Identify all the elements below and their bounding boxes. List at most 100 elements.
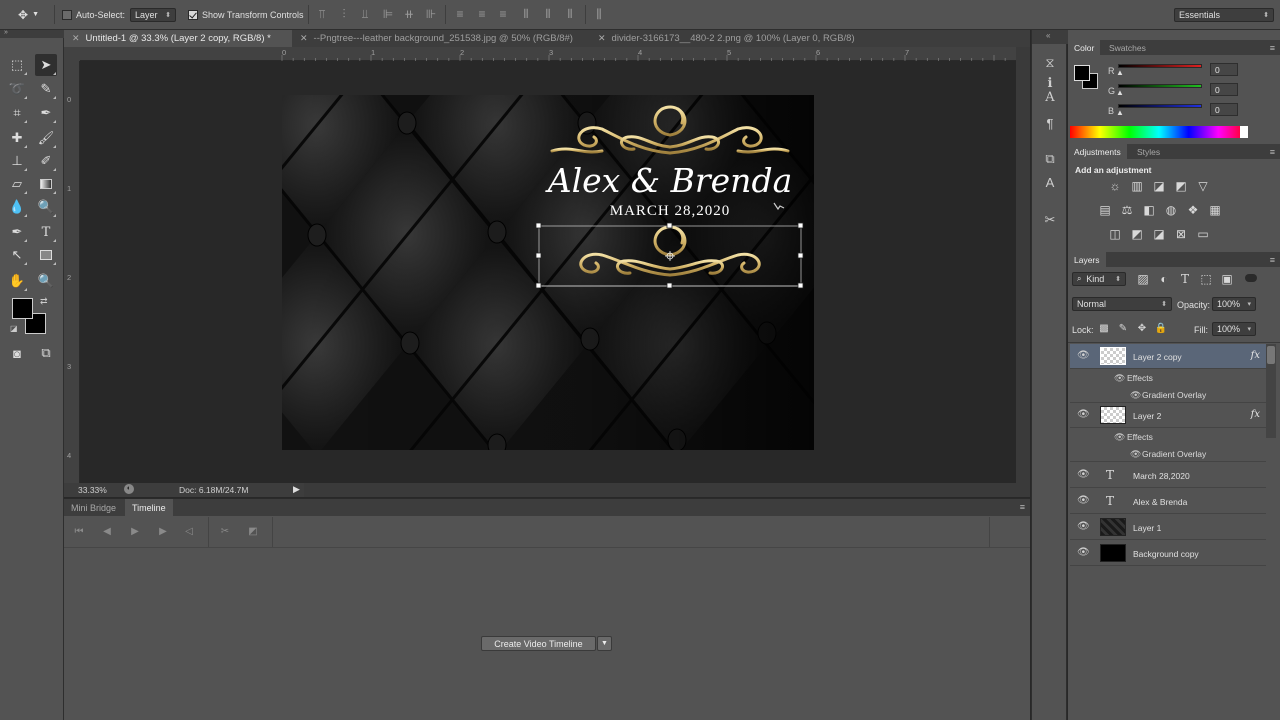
tab-swatches[interactable]: Swatches bbox=[1103, 40, 1152, 55]
eye-icon[interactable]: 👁 bbox=[1077, 351, 1090, 361]
eye-icon[interactable]: 👁 bbox=[1130, 390, 1141, 401]
gradient-tool[interactable] bbox=[35, 173, 57, 195]
type-tool[interactable]: T bbox=[35, 221, 57, 243]
layer-row-layer-2-copy[interactable]: 👁 Layer 2 copy fx bbox=[1070, 344, 1266, 369]
document-canvas[interactable]: Alex & Brenda MARCH 28,2020 bbox=[282, 95, 814, 450]
levels-icon[interactable]: ▥ bbox=[1130, 179, 1144, 193]
tab-layers[interactable]: Layers bbox=[1068, 252, 1106, 267]
slider-thumb-icon[interactable]: ▲ bbox=[1116, 88, 1124, 97]
red-value-field[interactable]: 0 bbox=[1210, 63, 1238, 76]
horizontal-ruler[interactable]: 0 1 2 3 4 5 6 7 bbox=[80, 47, 1016, 61]
green-slider[interactable] bbox=[1118, 84, 1202, 88]
distribute-left-icon[interactable]: ⦀ bbox=[519, 7, 533, 21]
tab-timeline[interactable]: Timeline bbox=[125, 499, 173, 516]
fx-icon[interactable]: fx bbox=[1251, 409, 1260, 420]
distribute-hcenter-icon[interactable]: ⦀ bbox=[541, 7, 555, 21]
brightness-contrast-icon[interactable]: ☼ bbox=[1108, 179, 1122, 193]
layer-row-layer-2[interactable]: 👁 Layer 2 fx bbox=[1070, 403, 1266, 428]
crop-tool[interactable]: ⌗ bbox=[6, 102, 28, 124]
filter-adjustment-icon[interactable]: ◐ bbox=[1157, 272, 1171, 286]
default-colors-icon[interactable]: ◪ bbox=[10, 324, 18, 333]
blue-slider[interactable] bbox=[1118, 104, 1202, 108]
rectangular-marquee-tool[interactable]: ⬚ bbox=[6, 54, 28, 76]
zoom-level[interactable]: 33.33% bbox=[78, 485, 107, 495]
selective-color-icon[interactable]: ⊠ bbox=[1174, 227, 1188, 241]
align-right-edges-icon[interactable]: ⊪ bbox=[424, 7, 438, 21]
layer-row-background-copy[interactable]: 👁 Background copy bbox=[1070, 541, 1266, 566]
eraser-tool[interactable]: ▱ bbox=[6, 173, 28, 195]
go-to-first-frame-icon[interactable]: ⏮ bbox=[72, 526, 86, 538]
eye-icon[interactable]: 👁 bbox=[1114, 373, 1125, 384]
vertical-ruler[interactable]: 0 1 2 3 4 bbox=[64, 61, 80, 483]
workspace-switcher[interactable]: Essentials ⬍ bbox=[1174, 6, 1274, 23]
distribute-bottom-icon[interactable]: ≡ bbox=[496, 7, 510, 21]
paragraph-icon[interactable]: ¶ bbox=[1042, 116, 1058, 132]
align-vertical-centers-icon[interactable]: ⫶ bbox=[337, 7, 351, 21]
close-icon[interactable]: ✕ bbox=[300, 33, 308, 44]
white-swatch[interactable] bbox=[1240, 126, 1248, 138]
clone-source-icon[interactable]: ⧉ bbox=[1042, 151, 1058, 167]
hue-saturation-icon[interactable]: ▤ bbox=[1098, 203, 1112, 217]
collapse-icon[interactable]: « bbox=[1046, 31, 1050, 40]
panel-menu-icon[interactable]: ≡ bbox=[1270, 255, 1275, 265]
panel-menu-icon[interactable]: ≡ bbox=[1270, 147, 1275, 157]
slider-thumb-icon[interactable]: ▲ bbox=[1116, 68, 1124, 77]
tab-mini-bridge[interactable]: Mini Bridge bbox=[64, 499, 123, 516]
create-video-timeline-button[interactable]: Create Video Timeline bbox=[481, 636, 596, 651]
color-lookup-icon[interactable]: ▦ bbox=[1208, 203, 1222, 217]
eyedropper-tool[interactable]: ✒ bbox=[35, 102, 57, 124]
distribute-top-icon[interactable]: ≡ bbox=[453, 7, 467, 21]
exposure-icon[interactable]: ◩ bbox=[1174, 179, 1188, 193]
layer-row-alex-brenda[interactable]: 👁 T Alex & Brenda bbox=[1070, 489, 1266, 514]
auto-align-layers-icon[interactable]: ⫼ bbox=[592, 7, 606, 21]
gradient-map-icon[interactable]: ▭ bbox=[1196, 227, 1210, 241]
filter-shape-icon[interactable]: ⬚ bbox=[1199, 272, 1213, 286]
filter-smart-object-icon[interactable]: ▣ bbox=[1220, 272, 1234, 286]
lock-all-icon[interactable]: 🔒 bbox=[1154, 322, 1168, 336]
fx-icon[interactable]: fx bbox=[1251, 350, 1260, 361]
scrollbar-thumb[interactable] bbox=[1267, 346, 1275, 364]
gradient-overlay-effect-row[interactable]: 👁 Gradient Overlay bbox=[1070, 386, 1266, 403]
layer-filter-kind-dropdown[interactable]: ⌕ Kind ⬍ bbox=[1072, 272, 1126, 286]
channel-mixer-icon[interactable]: ❖ bbox=[1186, 203, 1200, 217]
character-styles-icon[interactable]: A bbox=[1042, 175, 1058, 191]
eye-icon[interactable]: 👁 bbox=[1077, 548, 1090, 558]
quick-selection-tool[interactable]: ✎ bbox=[35, 78, 57, 100]
vertical-scrollbar[interactable] bbox=[1016, 47, 1030, 483]
layer-effects-row[interactable]: 👁 Effects bbox=[1070, 369, 1266, 386]
status-menu-arrow-icon[interactable]: ▶ bbox=[293, 484, 300, 495]
filter-pixel-icon[interactable]: ▨ bbox=[1136, 272, 1150, 286]
gradient-overlay-effect-row[interactable]: 👁 Gradient Overlay bbox=[1070, 445, 1266, 462]
zoom-tool[interactable]: 🔍 bbox=[35, 270, 57, 292]
vibrance-icon[interactable]: ▽ bbox=[1196, 179, 1210, 193]
color-balance-icon[interactable]: ⚖ bbox=[1120, 203, 1134, 217]
posterize-icon[interactable]: ◩ bbox=[1130, 227, 1144, 241]
transition-icon[interactable]: ◩ bbox=[246, 526, 260, 538]
foreground-color-swatch-top[interactable] bbox=[12, 298, 33, 319]
black-white-icon[interactable]: ◧ bbox=[1142, 203, 1156, 217]
foreground-color-chip-top[interactable] bbox=[1074, 65, 1090, 81]
rectangle-tool[interactable] bbox=[35, 244, 57, 266]
layer-effects-row[interactable]: 👁 Effects bbox=[1070, 428, 1266, 445]
fill-field[interactable]: 100% ▾ bbox=[1212, 322, 1256, 336]
photo-filter-icon[interactable]: ◍ bbox=[1164, 203, 1178, 217]
split-at-playhead-icon[interactable]: ✂ bbox=[218, 526, 232, 538]
brush-tool[interactable]: 🖌 bbox=[35, 127, 57, 149]
properties-icon[interactable]: ℹ bbox=[1042, 75, 1058, 91]
eye-icon[interactable]: 👁 bbox=[1077, 410, 1090, 420]
align-horizontal-centers-icon[interactable]: ⧺ bbox=[402, 7, 416, 21]
pen-tool[interactable]: ✒ bbox=[6, 221, 28, 243]
curves-icon[interactable]: ◪ bbox=[1152, 179, 1166, 193]
red-slider[interactable] bbox=[1118, 64, 1202, 68]
eye-icon[interactable]: 👁 bbox=[1114, 432, 1125, 443]
panel-menu-icon[interactable]: ≡ bbox=[1020, 502, 1025, 512]
tab-color[interactable]: Color bbox=[1068, 40, 1101, 55]
close-icon[interactable]: ✕ bbox=[598, 33, 606, 44]
auto-select-checkbox[interactable]: Auto-Select: bbox=[62, 6, 125, 23]
filter-toggle[interactable] bbox=[1245, 274, 1257, 282]
doc-tab-divider[interactable]: ✕ divider-3166173__480-2 2.png @ 100% (L… bbox=[590, 30, 890, 47]
hand-tool[interactable]: ✋ bbox=[6, 270, 28, 292]
filter-type-icon[interactable]: T bbox=[1178, 272, 1192, 286]
blur-tool[interactable]: 💧 bbox=[6, 196, 28, 218]
panel-menu-icon[interactable]: ≡ bbox=[1270, 43, 1275, 53]
